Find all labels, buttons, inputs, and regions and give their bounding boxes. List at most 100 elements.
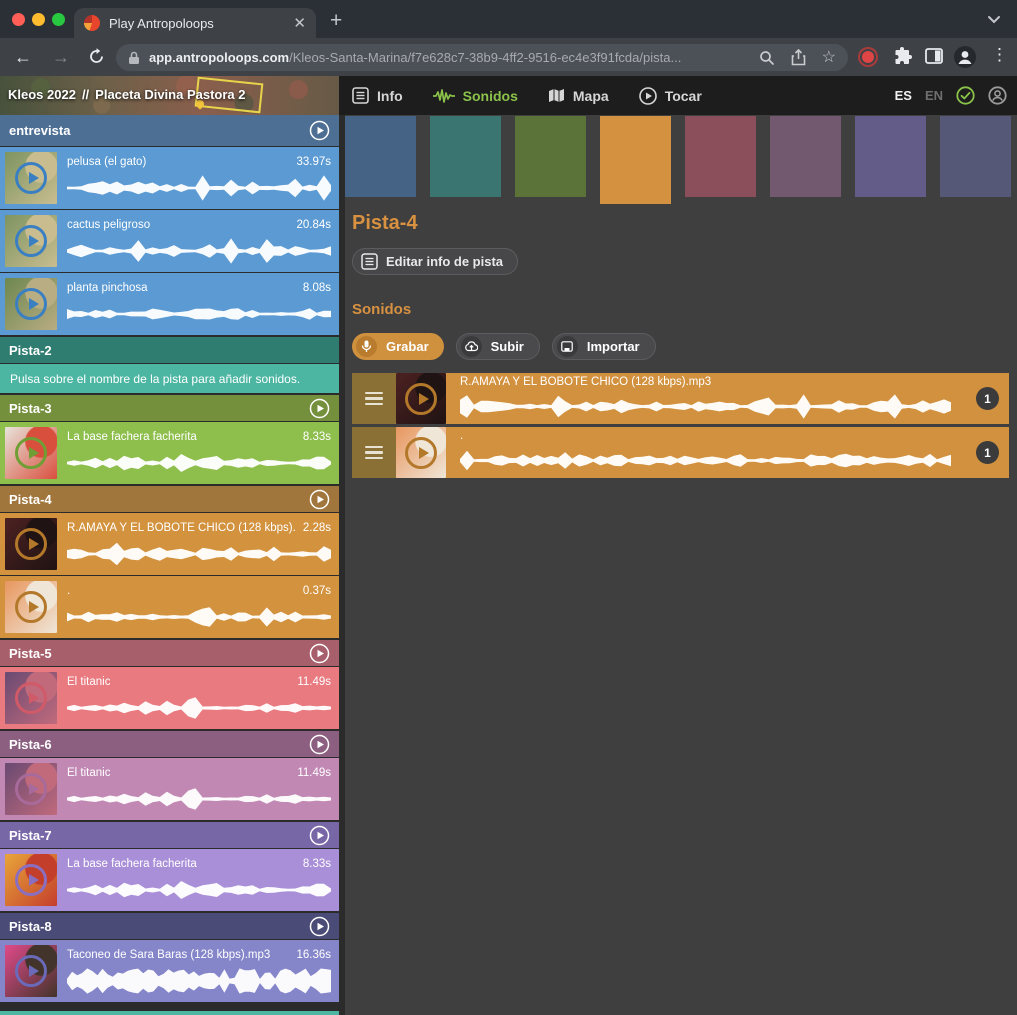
bookmark-star-icon[interactable]: ☆	[822, 50, 836, 66]
sound-thumbnail[interactable]	[5, 215, 57, 267]
play-icon[interactable]	[15, 955, 47, 987]
play-circle-icon[interactable]	[309, 120, 330, 141]
track-tab-2[interactable]	[430, 116, 501, 197]
sound-thumbnail[interactable]	[396, 427, 446, 478]
sidebar-sound-item[interactable]: La base fachera facherita8.33s	[0, 422, 339, 484]
play-icon[interactable]	[15, 528, 47, 560]
sound-row[interactable]: .1	[352, 427, 1009, 478]
sidebar-sound-item[interactable]: El titanic11.49s	[0, 758, 339, 820]
lang-es-button[interactable]: ES	[895, 88, 912, 103]
sound-thumbnail[interactable]	[5, 518, 57, 570]
sidebar-sound-item[interactable]: El titanic11.49s	[0, 667, 339, 729]
nav-info[interactable]: Info	[352, 87, 403, 104]
sidebar-sound-item[interactable]: planta pinchosa8.08s	[0, 273, 339, 335]
sidebar-sound-item[interactable]: Taconeo de Sara Baras (128 kbps).mp316.3…	[0, 940, 339, 1002]
sound-thumbnail[interactable]	[5, 672, 57, 724]
forward-button[interactable]: →	[52, 46, 70, 68]
play-circle-icon[interactable]	[309, 916, 330, 937]
browser-tab[interactable]: Play Antropoloops ✕	[74, 8, 316, 38]
sound-duration: 11.49s	[297, 767, 331, 779]
sound-thumbnail[interactable]	[5, 763, 57, 815]
track-section-header[interactable]: Pista-3	[0, 395, 339, 421]
track-section-header[interactable]: Pista-7	[0, 822, 339, 848]
play-icon[interactable]	[15, 288, 47, 320]
track-section-header[interactable]: Pista-8	[0, 913, 339, 939]
sidebar-sound-item[interactable]: cactus peligroso20.84s	[0, 210, 339, 272]
window-minimize-button[interactable]	[32, 13, 45, 26]
back-button[interactable]: ←	[14, 46, 32, 68]
play-circle-icon[interactable]	[309, 734, 330, 755]
play-icon[interactable]	[15, 437, 47, 469]
side-panel-icon[interactable]	[925, 48, 943, 64]
share-icon[interactable]	[791, 49, 806, 66]
track-section-header[interactable]: Pista-2	[0, 337, 339, 363]
sidebar-sound-item[interactable]: pelusa (el gato)33.97s	[0, 147, 339, 209]
import-button[interactable]: Importar	[552, 333, 656, 360]
play-circle-icon[interactable]	[309, 643, 330, 664]
zoom-icon[interactable]	[759, 50, 775, 66]
cloud-upload-icon	[461, 336, 482, 357]
upload-button[interactable]: Subir	[456, 333, 540, 360]
track-tab-1[interactable]	[345, 116, 416, 197]
sound-thumbnail[interactable]	[5, 854, 57, 906]
map-header-image[interactable]: Kleos 2022//Placeta Divina Pastora 2	[0, 76, 339, 115]
sidebar-sound-item[interactable]: La base fachera facherita8.33s	[0, 849, 339, 911]
drag-handle-icon[interactable]	[352, 373, 396, 424]
track-tab-5[interactable]	[685, 116, 756, 197]
sound-thumbnail[interactable]	[5, 152, 57, 204]
sound-title: Taconeo de Sara Baras (128 kbps).mp3	[67, 949, 270, 961]
sound-thumbnail[interactable]	[5, 945, 57, 997]
play-icon[interactable]	[15, 773, 47, 805]
play-icon[interactable]	[15, 591, 47, 623]
tab-close-icon[interactable]: ✕	[293, 14, 306, 32]
new-tab-button[interactable]: +	[330, 9, 342, 33]
play-icon[interactable]	[15, 225, 47, 257]
track-tab-8[interactable]	[940, 116, 1011, 197]
track-section-header[interactable]: entrevista	[0, 115, 339, 146]
reload-button[interactable]	[88, 48, 105, 65]
sound-thumbnail[interactable]	[5, 278, 57, 330]
sound-thumbnail[interactable]	[5, 427, 57, 479]
track-tab-7[interactable]	[855, 116, 926, 197]
sidebar-sound-item[interactable]: .0.37s	[0, 576, 339, 638]
drag-handle-icon[interactable]	[352, 427, 396, 478]
play-circle-icon[interactable]	[309, 489, 330, 510]
address-bar[interactable]: app.antropoloops.com/Kleos-Santa-Marina/…	[116, 44, 848, 71]
play-icon[interactable]	[15, 162, 47, 194]
window-close-button[interactable]	[12, 13, 25, 26]
tab-search-chevron-icon[interactable]	[987, 15, 1001, 24]
sound-thumbnail[interactable]	[5, 581, 57, 633]
play-circle-icon[interactable]	[309, 825, 330, 846]
play-icon[interactable]	[405, 383, 437, 415]
nav-tocar[interactable]: Tocar	[639, 87, 702, 105]
nav-sonidos[interactable]: Sonidos	[433, 88, 518, 104]
sidebar-sound-item[interactable]: R.AMAYA Y EL BOBOTE CHICO (128 kbps)....…	[0, 513, 339, 575]
track-section-header[interactable]: Pista-6	[0, 731, 339, 757]
mic-icon	[356, 336, 377, 357]
play-icon[interactable]	[15, 864, 47, 896]
record-button[interactable]: Grabar	[352, 333, 444, 360]
more-menu-icon[interactable]: ⋮	[991, 45, 1008, 65]
list-icon	[352, 87, 369, 104]
track-tab-6[interactable]	[770, 116, 841, 197]
play-icon[interactable]	[405, 437, 437, 469]
nav-mapa[interactable]: Mapa	[548, 88, 609, 104]
profile-icon[interactable]	[988, 86, 1007, 105]
check-icon[interactable]	[956, 86, 975, 105]
track-section-header[interactable]: Pista-5	[0, 640, 339, 666]
sound-thumbnail[interactable]	[396, 373, 446, 424]
record-icon[interactable]	[858, 47, 878, 67]
play-circle-icon[interactable]	[309, 398, 330, 419]
track-tab-3[interactable]	[515, 116, 586, 197]
sound-body: Taconeo de Sara Baras (128 kbps).mp316.3…	[57, 945, 334, 997]
track-tab-4[interactable]	[600, 116, 671, 204]
lang-en-button[interactable]: EN	[925, 88, 943, 103]
avatar-icon[interactable]	[953, 45, 977, 69]
sound-row[interactable]: R.AMAYA Y EL BOBOTE CHICO (128 kbps).mp3…	[352, 373, 1009, 424]
edit-track-info-button[interactable]: Editar info de pista	[352, 248, 518, 275]
extension-icon[interactable]	[893, 46, 913, 66]
sound-title: La base fachera facherita	[67, 858, 197, 870]
window-zoom-button[interactable]	[52, 13, 65, 26]
play-icon[interactable]	[15, 682, 47, 714]
track-section-header[interactable]: Pista-4	[0, 486, 339, 512]
